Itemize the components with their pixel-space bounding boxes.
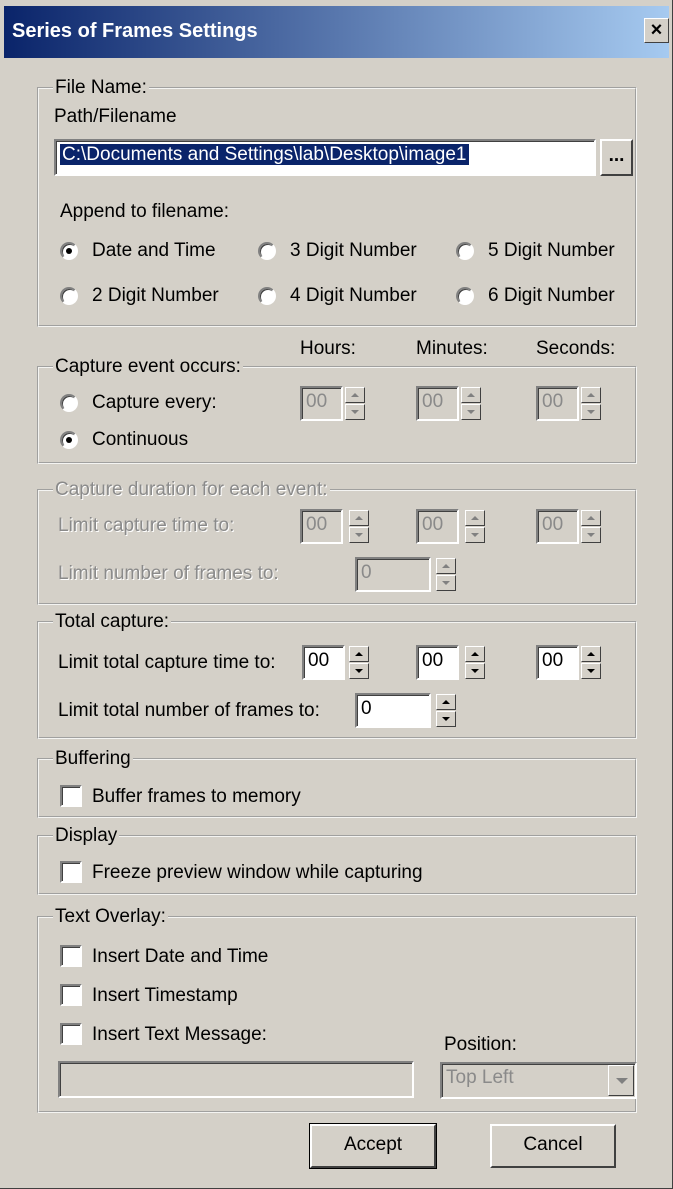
insert-date-time-checkbox[interactable]	[60, 945, 82, 967]
capture-every-minutes-field[interactable]: 00	[416, 386, 459, 421]
capture-every-minutes-spinner[interactable]	[461, 387, 481, 420]
dropdown-arrow-icon[interactable]	[608, 1065, 634, 1096]
limit-frames-label: Limit number of frames to:	[58, 563, 279, 584]
radio-date-and-time[interactable]	[60, 242, 78, 260]
dialog-window: Series of Frames Settings × File Name: P…	[0, 0, 673, 1189]
title-bar: Series of Frames Settings ×	[4, 6, 669, 58]
radio-label-capture-every: Capture every:	[92, 392, 217, 413]
total-seconds-spinner[interactable]	[581, 646, 601, 679]
display-group-label: Display	[53, 825, 120, 847]
accept-button[interactable]: Accept	[309, 1123, 437, 1169]
minutes-header: Minutes:	[416, 338, 488, 359]
duration-seconds-field[interactable]: 00	[536, 509, 579, 544]
insert-date-time-label: Insert Date and Time	[92, 946, 269, 967]
total-hours-field[interactable]: 00	[302, 645, 345, 680]
cancel-button[interactable]: Cancel	[490, 1124, 616, 1168]
radio-label-6-digit-number: 6 Digit Number	[488, 285, 615, 306]
duration-hours-spinner[interactable]	[349, 510, 369, 543]
radio-2-digit-number[interactable]	[60, 287, 78, 305]
insert-timestamp-checkbox[interactable]	[60, 984, 82, 1006]
text-message-input[interactable]	[58, 1061, 414, 1098]
total-seconds-field[interactable]: 00	[536, 645, 579, 680]
capture-duration-group-label: Capture duration for each event:	[53, 479, 330, 501]
radio-5-digit-number[interactable]	[456, 242, 474, 260]
radio-label-4-digit-number: 4 Digit Number	[290, 285, 417, 306]
capture-duration-group: Capture duration for each event:	[37, 479, 637, 605]
capture-every-hours-field[interactable]: 00	[300, 386, 343, 421]
text-overlay-group-label: Text Overlay:	[53, 906, 168, 928]
capture-every-hours-spinner[interactable]	[345, 387, 365, 420]
radio-label-5-digit-number: 5 Digit Number	[488, 240, 615, 261]
position-select-value: Top Left	[446, 1067, 514, 1088]
insert-timestamp-label: Insert Timestamp	[92, 985, 238, 1006]
radio-label-2-digit-number: 2 Digit Number	[92, 285, 219, 306]
position-label: Position:	[444, 1034, 517, 1055]
file-name-group-label: File Name:	[53, 77, 149, 99]
seconds-header: Seconds:	[536, 338, 616, 359]
total-capture-group-label: Total capture:	[53, 611, 172, 633]
browse-button[interactable]: ...	[600, 139, 633, 176]
buffer-frames-checkbox[interactable]	[60, 785, 82, 807]
total-minutes-field[interactable]: 00	[416, 645, 459, 680]
append-filename-label: Append to filename:	[60, 201, 230, 222]
limit-total-frames-label: Limit total number of frames to:	[58, 700, 320, 721]
total-frames-field[interactable]: 0	[355, 693, 431, 728]
hours-header: Hours:	[300, 338, 356, 359]
insert-text-message-label: Insert Text Message:	[92, 1024, 267, 1045]
freeze-preview-checkbox[interactable]	[60, 861, 82, 883]
path-filename-label: Path/Filename	[54, 106, 177, 127]
total-frames-spinner[interactable]	[436, 694, 456, 727]
radio-capture-every[interactable]	[60, 394, 78, 412]
duration-frames-spinner[interactable]	[436, 558, 456, 591]
radio-3-digit-number[interactable]	[258, 242, 276, 260]
radio-4-digit-number[interactable]	[258, 287, 276, 305]
capture-every-seconds-spinner[interactable]	[581, 387, 601, 420]
window-title: Series of Frames Settings	[12, 20, 258, 42]
duration-hours-field[interactable]: 00	[300, 509, 343, 544]
insert-text-message-checkbox[interactable]	[60, 1023, 82, 1045]
radio-6-digit-number[interactable]	[456, 287, 474, 305]
radio-label-3-digit-number: 3 Digit Number	[290, 240, 417, 261]
buffering-group-label: Buffering	[53, 748, 133, 770]
radio-continuous[interactable]	[60, 431, 78, 449]
freeze-preview-label: Freeze preview window while capturing	[92, 862, 423, 883]
limit-total-capture-time-label: Limit total capture time to:	[58, 652, 276, 673]
position-select[interactable]: Top Left	[440, 1062, 637, 1099]
close-button[interactable]: ×	[644, 18, 669, 43]
buffer-frames-label: Buffer frames to memory	[92, 786, 301, 807]
duration-seconds-spinner[interactable]	[581, 510, 601, 543]
radio-label-continuous: Continuous	[92, 429, 189, 450]
radio-label-date-and-time: Date and Time	[92, 240, 216, 261]
capture-every-seconds-field[interactable]: 00	[536, 386, 579, 421]
duration-minutes-spinner[interactable]	[465, 510, 485, 543]
duration-minutes-field[interactable]: 00	[416, 509, 459, 544]
limit-capture-time-label: Limit capture time to:	[58, 515, 235, 536]
path-filename-input[interactable]: C:\Documents and Settings\lab\Desktop\im…	[54, 139, 596, 176]
total-minutes-spinner[interactable]	[465, 646, 485, 679]
path-filename-value: C:\Documents and Settings\lab\Desktop\im…	[60, 144, 469, 165]
total-hours-spinner[interactable]	[349, 646, 369, 679]
capture-event-group-label: Capture event occurs:	[53, 356, 243, 378]
duration-frames-field[interactable]: 0	[355, 557, 431, 592]
